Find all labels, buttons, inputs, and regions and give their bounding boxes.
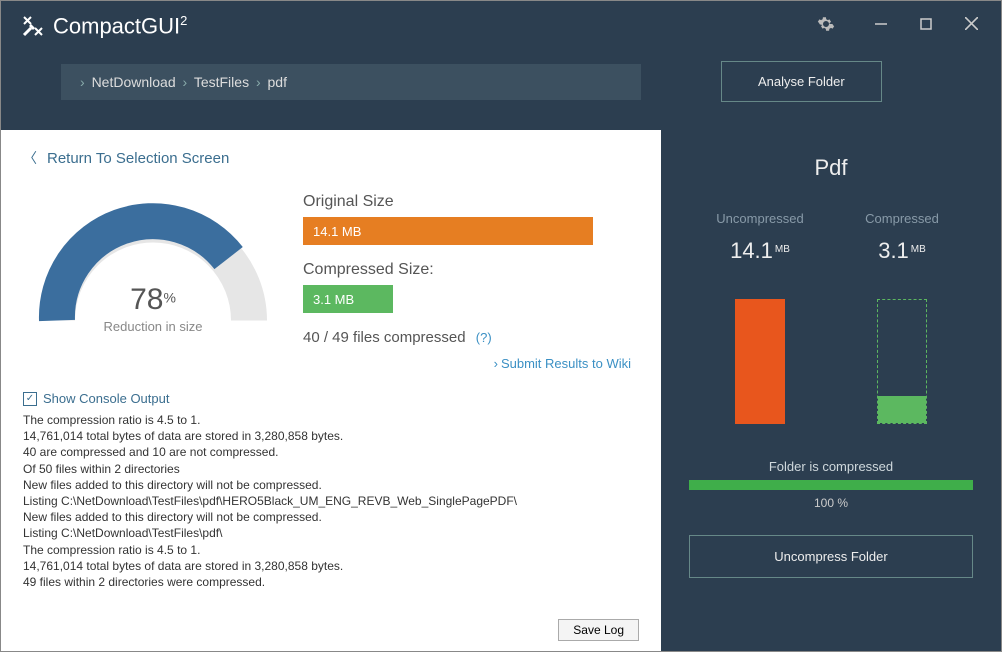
compression-status: Folder is compressed — [689, 459, 973, 474]
compressed-size-label: Compressed Size: — [303, 261, 639, 279]
uncompressed-column: Uncompressed 14.1MB — [700, 211, 820, 264]
chevron-right-icon: › — [183, 74, 188, 90]
minimize-button[interactable] — [871, 17, 891, 35]
uncompressed-unit: MB — [775, 244, 790, 255]
app-title: CompactGUI2 — [53, 13, 187, 39]
save-row: Save Log — [23, 615, 639, 641]
compressed-column: Compressed 3.1MB — [842, 211, 962, 264]
gauge-subtitle: Reduction in size — [23, 319, 283, 334]
chevron-right-icon: › — [494, 356, 498, 371]
files-compressed-line: 40 / 49 files compressed (?) — [303, 329, 639, 346]
close-button[interactable] — [961, 17, 981, 35]
original-size-label: Original Size — [303, 193, 639, 211]
gauge-value: 78 — [130, 283, 163, 316]
path-bar: › NetDownload › TestFiles › pdf Analyse … — [1, 51, 1001, 130]
close-icon — [965, 17, 978, 30]
right-title: Pdf — [689, 155, 973, 181]
compressed-value: 3.1 — [878, 238, 909, 263]
settings-button[interactable] — [816, 15, 836, 38]
app-window: CompactGUI2 › NetDownload › TestFiles › — [0, 0, 1002, 652]
show-console-checkbox[interactable]: ✓ Show Console Output — [23, 391, 639, 406]
uncompressed-label: Uncompressed — [700, 211, 820, 226]
progress-bar — [689, 480, 973, 490]
gear-icon — [817, 15, 835, 33]
compressed-unit: MB — [911, 244, 926, 255]
show-console-label: Show Console Output — [43, 391, 169, 406]
breadcrumb-segment: TestFiles — [194, 74, 249, 90]
chevron-right-icon: › — [256, 74, 261, 90]
app-icon — [21, 14, 45, 38]
minimize-icon — [875, 18, 887, 30]
compressed-bar — [877, 299, 927, 424]
main-body: 〈 Return To Selection Screen 78% Reducti… — [1, 130, 1001, 651]
compressed-size-bar: 3.1 MB — [303, 285, 393, 313]
analyse-folder-button[interactable]: Analyse Folder — [721, 61, 882, 102]
uncompressed-value: 14.1 — [730, 238, 773, 263]
console-line: 14,761,014 total bytes of data are store… — [23, 558, 639, 574]
left-panel: 〈 Return To Selection Screen 78% Reducti… — [1, 130, 661, 651]
console-output[interactable]: The compression ratio is 4.5 to 1.14,761… — [23, 412, 639, 615]
save-log-button[interactable]: Save Log — [558, 619, 639, 641]
uncompress-folder-button[interactable]: Uncompress Folder — [689, 535, 973, 578]
gauge-unit: % — [163, 290, 175, 306]
progress-percent: 100 % — [689, 496, 973, 510]
console-line: Listing C:\NetDownload\TestFiles\pdf\ — [23, 525, 639, 541]
metrics-row: 78% Reduction in size Original Size 14.1… — [23, 188, 639, 371]
compressed-label: Compressed — [842, 211, 962, 226]
gauge-text: 78% Reduction in size — [23, 283, 283, 334]
reduction-gauge: 78% Reduction in size — [23, 188, 283, 371]
size-column: Original Size 14.1 MB Compressed Size: 3… — [303, 188, 639, 371]
window-controls — [816, 15, 991, 38]
maximize-icon — [920, 18, 932, 30]
console-line: New files added to this directory will n… — [23, 509, 639, 525]
console-line: 40 are compressed and 10 are not compres… — [23, 444, 639, 460]
maximize-button[interactable] — [916, 17, 936, 35]
right-columns: Uncompressed 14.1MB Compressed 3.1MB — [689, 211, 973, 264]
breadcrumb[interactable]: › NetDownload › TestFiles › pdf — [61, 64, 641, 100]
console-line: The compression ratio is 4.5 to 1. — [23, 542, 639, 558]
chevron-right-icon: › — [80, 74, 85, 90]
chevron-left-icon: 〈 — [23, 148, 37, 168]
original-size-bar: 14.1 MB — [303, 217, 593, 245]
size-bar-chart — [689, 284, 973, 424]
console-line: 49 files within 2 directories were compr… — [23, 574, 639, 590]
checkbox-checked-icon: ✓ — [23, 392, 37, 406]
breadcrumb-segment: pdf — [268, 74, 287, 90]
console-line: New files added to this directory will n… — [23, 477, 639, 493]
app-logo: CompactGUI2 — [21, 13, 187, 39]
console-line: Of 50 files within 2 directories — [23, 461, 639, 477]
console-line: Listing C:\NetDownload\TestFiles\pdf\HER… — [23, 493, 639, 509]
submit-results-link[interactable]: ›Submit Results to Wiki — [303, 356, 639, 371]
breadcrumb-segment: NetDownload — [92, 74, 176, 90]
return-link[interactable]: 〈 Return To Selection Screen — [23, 148, 639, 168]
return-label: Return To Selection Screen — [47, 150, 229, 167]
uncompressed-bar — [735, 299, 785, 424]
console-line: The compression ratio is 4.5 to 1. — [23, 412, 639, 428]
help-icon[interactable]: (?) — [476, 330, 492, 345]
console-line: 14,761,014 total bytes of data are store… — [23, 428, 639, 444]
right-panel: Pdf Uncompressed 14.1MB Compressed 3.1MB — [661, 130, 1001, 651]
titlebar: CompactGUI2 — [1, 1, 1001, 51]
